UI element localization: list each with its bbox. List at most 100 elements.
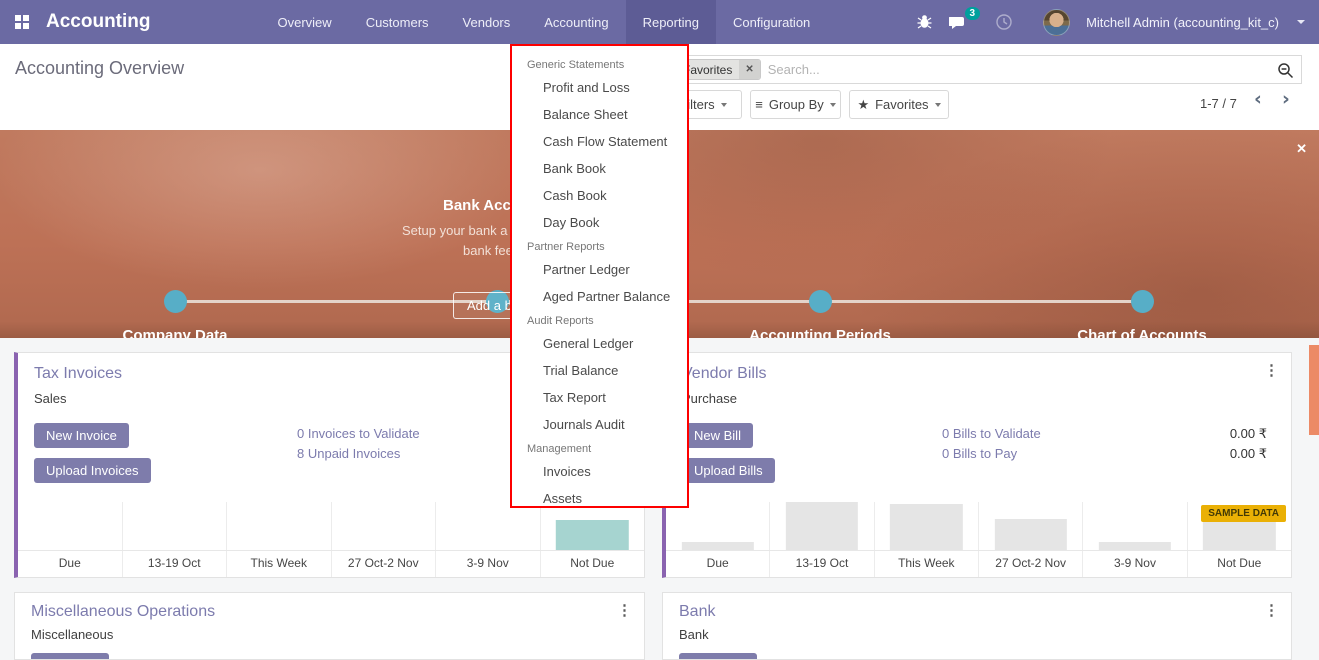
- chart-column: [123, 502, 227, 550]
- app-brand[interactable]: Accounting: [44, 0, 161, 44]
- search-input[interactable]: [767, 62, 1271, 77]
- step-description: Setup your bank a: [402, 223, 508, 238]
- chart-axis: Due 13-19 Oct This Week 27 Oct-2 Nov 3-9 Nov…: [18, 550, 644, 577]
- message-count-badge: 3: [964, 6, 981, 20]
- menu-accounting[interactable]: Accounting: [527, 0, 625, 44]
- chart-bar[interactable]: [994, 519, 1067, 550]
- banner-close-icon[interactable]: ✕: [1296, 141, 1307, 157]
- card-subtitle: Bank: [679, 627, 709, 642]
- search-magnifier-icon[interactable]: [1277, 62, 1294, 84]
- user-menu[interactable]: Mitchell Admin (accounting_kit_c): [1086, 15, 1279, 30]
- chart-category-label: 27 Oct-2 Nov: [332, 551, 436, 577]
- chart-column: [875, 502, 979, 550]
- menu-overview[interactable]: Overview: [261, 0, 349, 44]
- star-icon: ★: [857, 96, 870, 112]
- menu-item-trial-balance[interactable]: Trial Balance: [512, 357, 687, 384]
- new-bill-button[interactable]: New Bill: [682, 423, 753, 448]
- partial-button[interactable]: [31, 653, 109, 659]
- chart-category-label: This Week: [227, 551, 332, 577]
- messages-chat-icon[interactable]: 3: [949, 6, 981, 31]
- new-invoice-button[interactable]: New Invoice: [34, 423, 129, 448]
- step-dot: [164, 290, 187, 313]
- group-by-icon: ≡: [755, 97, 763, 112]
- step-title: Chart of Accounts: [1077, 327, 1207, 338]
- menu-item-cash-book[interactable]: Cash Book: [512, 182, 687, 209]
- menu-item-partner-ledger[interactable]: Partner Ledger: [512, 256, 687, 283]
- card-title-tax-invoices[interactable]: Tax Invoices: [34, 365, 122, 383]
- caret-down-icon: [1297, 20, 1305, 24]
- chart-bar[interactable]: [556, 520, 629, 550]
- menu-item-invoices[interactable]: Invoices: [512, 458, 687, 485]
- group-by-label: Group By: [768, 97, 824, 112]
- vertical-scrollbar-thumb[interactable]: [1309, 345, 1319, 435]
- onboarding-step-company-data: Company Data Setup your company's data f…: [35, 327, 315, 338]
- partial-button[interactable]: [679, 653, 757, 659]
- menu-vendors[interactable]: Vendors: [446, 0, 528, 44]
- menu-item-profit-and-loss[interactable]: Profit and Loss: [512, 74, 687, 101]
- chart-column: [227, 502, 332, 550]
- favorites-button[interactable]: ★ Favorites: [849, 90, 949, 119]
- kebab-menu-icon[interactable]: ⋮: [1264, 603, 1279, 618]
- unpaid-invoices-link[interactable]: 8 Unpaid Invoices: [297, 446, 400, 461]
- chart-category-label: Due: [666, 551, 771, 577]
- chart-plot-area: [666, 502, 1291, 550]
- card-title-misc-ops[interactable]: Miscellaneous Operations: [31, 603, 215, 621]
- card-title-bank[interactable]: Bank: [679, 603, 715, 621]
- pager-previous-icon[interactable]: ‹: [1254, 88, 1262, 110]
- upload-bills-button[interactable]: Upload Bills: [682, 458, 775, 483]
- activities-clock-icon[interactable]: [995, 13, 1013, 31]
- menu-section-management: Management: [527, 443, 592, 455]
- chart-bar[interactable]: [1098, 542, 1172, 550]
- card-vendor-bills: Vendor Bills ⋮ Purchase New Bill Upload …: [662, 352, 1292, 578]
- card-miscellaneous-operations: Miscellaneous Operations ⋮ Miscellaneous: [14, 592, 645, 660]
- apps-menu-button[interactable]: [0, 0, 44, 44]
- upload-invoices-button[interactable]: Upload Invoices: [34, 458, 151, 483]
- onboarding-step-bank-title: Bank Acc: [443, 197, 511, 214]
- bills-to-pay-link[interactable]: 0 Bills to Pay: [942, 446, 1017, 461]
- chart-column: [770, 502, 875, 550]
- caret-down-icon: [720, 102, 727, 107]
- pager-range: 1-7 / 7: [1200, 96, 1237, 111]
- chart-column: [332, 502, 436, 550]
- amount-to-validate: 0.00 ₹: [1229, 426, 1267, 441]
- invoices-to-validate-link[interactable]: 0 Invoices to Validate: [297, 426, 420, 441]
- kebab-menu-icon[interactable]: ⋮: [1264, 363, 1279, 378]
- group-by-button[interactable]: ≡ Group By: [750, 90, 841, 119]
- page-title: Accounting Overview: [15, 58, 185, 78]
- menu-customers[interactable]: Customers: [349, 0, 446, 44]
- chart-bar[interactable]: [785, 502, 859, 550]
- menu-reporting[interactable]: Reporting: [625, 0, 716, 44]
- chart-category-label: Not Due: [570, 556, 615, 570]
- search-bar: Favorites ✕: [670, 55, 1302, 84]
- chart-category-label: This Week: [875, 551, 979, 577]
- debug-bug-icon[interactable]: [916, 14, 933, 30]
- menu-item-cash-flow-statement[interactable]: Cash Flow Statement: [512, 128, 687, 155]
- menu-item-balance-sheet[interactable]: Balance Sheet: [512, 101, 687, 128]
- step-dot: [1131, 290, 1154, 313]
- menu-item-bank-book[interactable]: Bank Book: [512, 155, 687, 182]
- menu-item-aged-partner-balance[interactable]: Aged Partner Balance: [512, 283, 687, 310]
- facet-close-icon[interactable]: ✕: [739, 60, 760, 79]
- chart-bar[interactable]: [681, 542, 754, 550]
- step-title: Company Data: [122, 327, 228, 338]
- menu-item-general-ledger[interactable]: General Ledger: [512, 330, 687, 357]
- onboarding-step-chart-of-accounts: Chart of Accounts Setup your chart of ac…: [1002, 327, 1282, 338]
- chart-category-label: 3-9 Nov: [436, 551, 541, 577]
- caret-down-icon: [934, 102, 941, 107]
- menu-item-assets[interactable]: Assets: [512, 485, 687, 512]
- menu-item-tax-report[interactable]: Tax Report: [512, 384, 687, 411]
- amount-to-pay: 0.00 ₹: [1229, 446, 1267, 461]
- card-subtitle: Miscellaneous: [31, 627, 114, 642]
- menu-item-day-book[interactable]: Day Book: [512, 209, 687, 236]
- chart-column: [18, 502, 123, 550]
- pager-next-icon[interactable]: ›: [1282, 88, 1290, 110]
- card-title-vendor-bills[interactable]: Vendor Bills: [682, 365, 767, 383]
- chart-bar[interactable]: [890, 504, 963, 550]
- menu-configuration[interactable]: Configuration: [716, 0, 827, 44]
- chart-category-label: Not Due: [1217, 556, 1262, 570]
- bills-to-validate-link[interactable]: 0 Bills to Validate: [942, 426, 1041, 441]
- favorites-label: Favorites: [875, 97, 929, 112]
- kebab-menu-icon[interactable]: ⋮: [617, 603, 632, 618]
- user-avatar[interactable]: [1043, 8, 1071, 36]
- menu-item-journals-audit[interactable]: Journals Audit: [512, 411, 687, 438]
